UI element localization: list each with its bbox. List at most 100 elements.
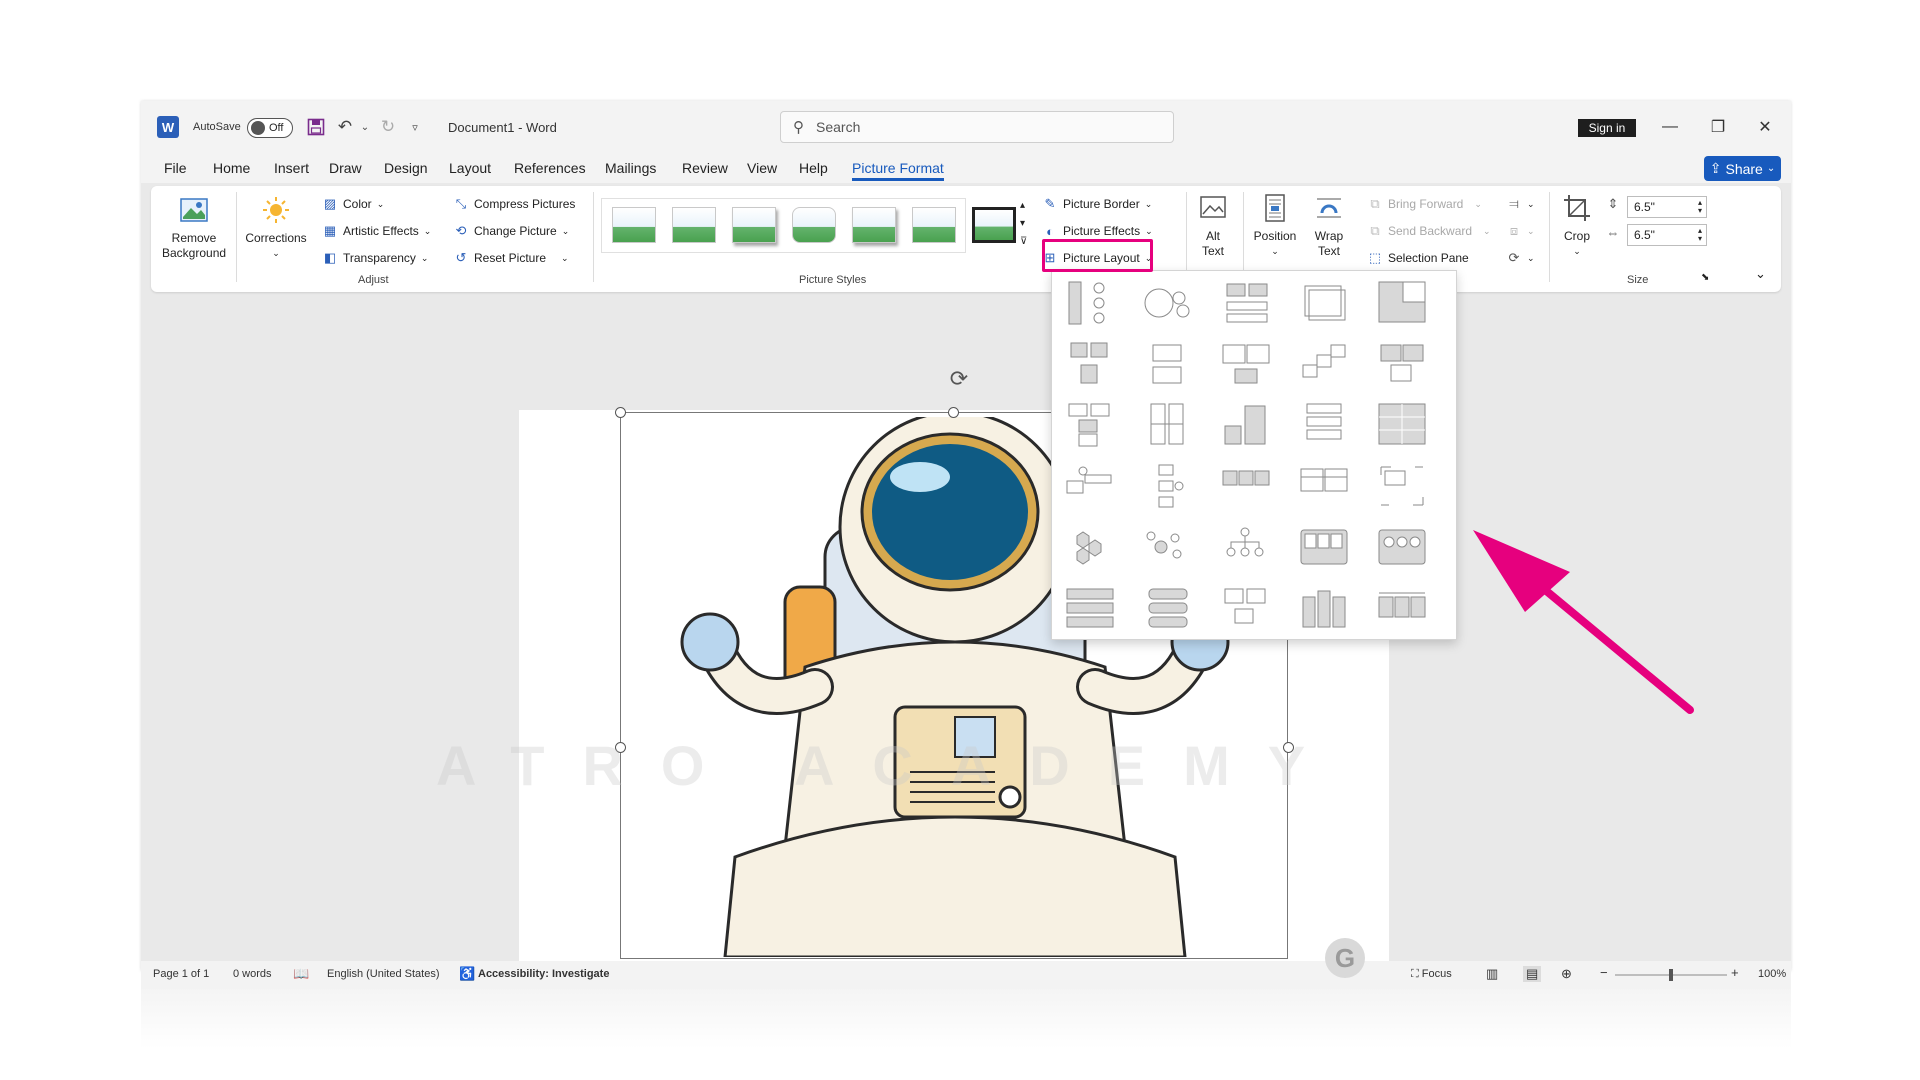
layout-vertical-picture-accent-icon[interactable] bbox=[1141, 461, 1195, 511]
spinner-icon[interactable]: ▴ ▾ bbox=[1698, 199, 1702, 215]
layout-captioned-pictures-icon[interactable] bbox=[1219, 339, 1273, 389]
layout-snapshot-picture-list-icon[interactable] bbox=[1297, 278, 1351, 328]
send-backward-button[interactable]: ⧉ Send Backward ⌄ bbox=[1367, 223, 1490, 239]
layout-phased-picture-process-icon[interactable] bbox=[1375, 583, 1429, 633]
accessibility-icon[interactable]: ♿ bbox=[459, 966, 475, 982]
layout-picture-frame-icon[interactable] bbox=[1297, 461, 1351, 511]
zoom-level[interactable]: 100% bbox=[1758, 968, 1786, 980]
shape-height-input[interactable]: 6.5" ▴ ▾ bbox=[1627, 196, 1707, 218]
print-layout-icon[interactable]: ▤ bbox=[1523, 966, 1542, 982]
picture-style-2[interactable] bbox=[672, 207, 716, 243]
redo-icon[interactable]: ↻ bbox=[378, 117, 398, 137]
spinner-icon[interactable]: ▴ ▾ bbox=[1698, 227, 1702, 243]
layout-circular-picture-blocks-icon[interactable] bbox=[1375, 522, 1429, 572]
share-button[interactable]: ⇪ Share ⌄ bbox=[1704, 156, 1781, 181]
proofing-icon[interactable]: 📖 bbox=[293, 966, 309, 982]
rotate-handle-icon[interactable]: ⟳ bbox=[946, 366, 972, 392]
customize-toolbar-icon[interactable]: ▿ bbox=[405, 117, 425, 137]
layout-title-picture-blocks-icon[interactable] bbox=[1297, 522, 1351, 572]
layout-snapshot-picture-blocks-icon[interactable] bbox=[1219, 583, 1273, 633]
tab-insert[interactable]: Insert bbox=[274, 160, 309, 176]
sign-in-button[interactable]: Sign in bbox=[1578, 119, 1636, 137]
layout-radial-picture-icon[interactable] bbox=[1141, 522, 1195, 572]
layout-bending-picture-accent-icon[interactable] bbox=[1063, 278, 1117, 328]
selection-pane-button[interactable]: ⬚ Selection Pane bbox=[1367, 250, 1469, 266]
read-mode-icon[interactable]: ▥ bbox=[1486, 966, 1498, 982]
web-layout-icon[interactable]: ⊕ bbox=[1561, 966, 1572, 982]
zoom-slider[interactable] bbox=[1615, 969, 1727, 981]
corrections-button[interactable]: Corrections ⌄ bbox=[241, 194, 311, 261]
layout-alternating-picture-blocks-icon[interactable] bbox=[1141, 339, 1195, 389]
wrap-text-button[interactable]: Wrap Text bbox=[1305, 192, 1353, 259]
focus-button[interactable]: ⛶ Focus bbox=[1411, 968, 1452, 981]
rotate-icon[interactable]: ⟳ ⌄ bbox=[1506, 250, 1535, 266]
autosave-toggle[interactable]: Off bbox=[247, 118, 293, 138]
search-input[interactable]: ⚲ Search bbox=[780, 111, 1174, 143]
bring-forward-button[interactable]: ⧉ Bring Forward ⌄ bbox=[1367, 196, 1482, 212]
layout-hexagon-cluster-icon[interactable] bbox=[1063, 522, 1117, 572]
layout-circular-picture-callout-icon[interactable] bbox=[1141, 278, 1195, 328]
layout-picture-grid-icon[interactable] bbox=[1063, 339, 1117, 389]
tab-draw[interactable]: Draw bbox=[329, 160, 362, 176]
tab-references[interactable]: References bbox=[514, 160, 586, 176]
layout-vertical-picture-list-icon[interactable] bbox=[1141, 400, 1195, 450]
page-count[interactable]: Page 1 of 1 bbox=[153, 968, 209, 980]
zoom-out-icon[interactable]: − bbox=[1600, 965, 1608, 980]
change-picture-button[interactable]: ⟲ Change Picture ⌄ bbox=[453, 223, 570, 239]
tab-file[interactable]: File bbox=[164, 160, 187, 176]
layout-bending-picture-blocks-icon[interactable] bbox=[1375, 339, 1429, 389]
restore-icon[interactable]: ❐ bbox=[1706, 115, 1730, 139]
language-indicator[interactable]: English (United States) bbox=[327, 968, 440, 980]
tab-layout[interactable]: Layout bbox=[449, 160, 491, 176]
remove-background-button[interactable]: Remove Background bbox=[159, 194, 229, 261]
picture-style-4[interactable] bbox=[792, 207, 836, 243]
artistic-effects-button[interactable]: ▦ Artistic Effects ⌄ bbox=[322, 223, 432, 239]
undo-icon[interactable]: ↶ bbox=[335, 117, 355, 137]
resize-handle[interactable] bbox=[948, 407, 959, 418]
tab-home[interactable]: Home bbox=[213, 160, 250, 176]
zoom-in-icon[interactable]: + bbox=[1731, 965, 1739, 980]
tab-review[interactable]: Review bbox=[682, 160, 728, 176]
group-icon[interactable]: ⧈ ⌄ bbox=[1506, 223, 1535, 239]
layout-picture-accent-list-icon[interactable] bbox=[1063, 461, 1117, 511]
picture-style-1[interactable] bbox=[612, 207, 656, 243]
layout-accented-picture-icon[interactable] bbox=[1219, 400, 1273, 450]
layout-rounded-picture-list-icon[interactable] bbox=[1141, 583, 1195, 633]
tab-design[interactable]: Design bbox=[384, 160, 428, 176]
gallery-scroll-down-icon[interactable]: ▾ bbox=[1020, 218, 1025, 229]
layout-organization-chart-icon[interactable] bbox=[1219, 522, 1273, 572]
layout-ascending-picture-accent-icon[interactable] bbox=[1297, 339, 1351, 389]
picture-effects-button[interactable]: ◐ Picture Effects ⌄ bbox=[1042, 223, 1153, 239]
color-button[interactable]: ▨ Color ⌄ bbox=[322, 196, 384, 212]
reset-picture-button[interactable]: ↺ Reset Picture ⌄ bbox=[453, 250, 569, 266]
transparency-button[interactable]: ◧ Transparency ⌄ bbox=[322, 250, 429, 266]
zoom-slider-thumb[interactable] bbox=[1669, 969, 1673, 981]
picture-style-7[interactable] bbox=[972, 207, 1016, 243]
align-icon[interactable]: ⫤ ⌄ bbox=[1506, 196, 1534, 212]
tab-help[interactable]: Help bbox=[799, 160, 828, 176]
minimize-icon[interactable]: — bbox=[1658, 115, 1682, 139]
gallery-scroll-up-icon[interactable]: ▴ bbox=[1020, 200, 1025, 211]
compress-pictures-button[interactable]: ⤡ Compress Pictures bbox=[453, 196, 576, 212]
picture-border-button[interactable]: ✎ Picture Border ⌄ bbox=[1042, 196, 1153, 212]
layout-picture-lineup-icon[interactable] bbox=[1375, 400, 1429, 450]
layout-picture-accent-process-icon[interactable] bbox=[1063, 400, 1117, 450]
picture-style-6[interactable] bbox=[912, 207, 956, 243]
layout-framed-text-picture-icon[interactable] bbox=[1219, 461, 1273, 511]
shape-width-input[interactable]: 6.5" ▴ ▾ bbox=[1627, 224, 1707, 246]
resize-handle[interactable] bbox=[615, 407, 626, 418]
position-button[interactable]: Position ⌄ bbox=[1249, 192, 1301, 259]
tab-mailings[interactable]: Mailings bbox=[605, 160, 656, 176]
picture-style-5[interactable] bbox=[852, 207, 896, 243]
layout-horizontal-picture-list-icon[interactable] bbox=[1297, 400, 1351, 450]
layout-title-picture-lineup-icon[interactable] bbox=[1375, 278, 1429, 328]
layout-picture-caption-list-icon[interactable] bbox=[1219, 278, 1273, 328]
tab-picture-format[interactable]: Picture Format bbox=[852, 160, 944, 181]
close-icon[interactable]: ✕ bbox=[1753, 115, 1777, 139]
alt-text-button[interactable]: Alt Text bbox=[1191, 192, 1235, 259]
gallery-more-icon[interactable]: ⊽ bbox=[1020, 236, 1027, 247]
layout-spiral-picture-icon[interactable] bbox=[1375, 461, 1429, 511]
size-dialog-launcher-icon[interactable]: ⬊ bbox=[1701, 272, 1709, 283]
accessibility-status[interactable]: Accessibility: Investigate bbox=[478, 968, 609, 980]
layout-table-list-icon[interactable] bbox=[1063, 583, 1117, 633]
